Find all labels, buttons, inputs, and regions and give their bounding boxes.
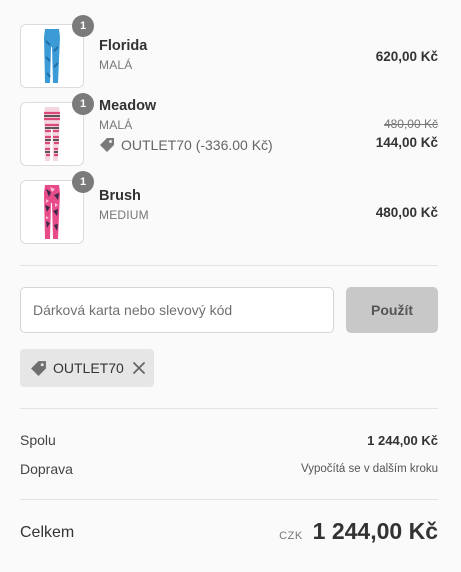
shipping-label: Doprava	[20, 461, 73, 477]
tag-icon	[31, 360, 46, 376]
line-item: 1 Brush MEDIUM 480,00 Kč	[20, 171, 438, 244]
product-name: Meadow	[99, 98, 157, 114]
total-value: 1 244,00 Kč	[312, 518, 438, 544]
discount-allocation: OUTLET70 (-336.00 Kč)	[99, 137, 273, 153]
quantity-badge: 1	[72, 171, 94, 193]
shipping-value: Vypočítá se v dalším kroku	[301, 463, 438, 475]
product-variant: MALÁ	[99, 118, 133, 132]
subtotal-label: Spolu	[20, 432, 56, 448]
product-variant: MEDIUM	[99, 208, 149, 222]
total-label: Celkem	[20, 524, 75, 541]
product-price: 144,00 Kč	[375, 135, 438, 150]
leggings-image	[44, 107, 60, 161]
discount-code-input[interactable]	[20, 287, 334, 333]
applied-discount-code: OUTLET70	[53, 360, 124, 376]
close-icon	[133, 362, 145, 374]
divider	[20, 265, 438, 266]
product-price: 480,00 Kč	[375, 205, 438, 220]
quantity-badge: 1	[72, 15, 94, 37]
applied-discount-tag: OUTLET70	[20, 349, 154, 387]
subtotal-value: 1 244,00 Kč	[367, 433, 438, 448]
apply-discount-button[interactable]: Použít	[346, 287, 438, 333]
product-price: 620,00 Kč	[375, 49, 438, 64]
product-name: Brush	[99, 188, 141, 204]
product-name: Florida	[99, 38, 148, 54]
line-item: 1 Florida MALÁ 620,00 Kč	[20, 15, 438, 88]
discount-label: OUTLET70 (-336.00 Kč)	[121, 137, 273, 153]
tag-icon	[100, 138, 114, 152]
line-item: 1 Meadow MALÁ OUTLET70 (-336.00 Kč) 480,…	[20, 93, 438, 166]
leggings-image	[44, 29, 60, 83]
quantity-badge: 1	[72, 93, 94, 115]
remove-discount-button[interactable]	[132, 361, 146, 375]
currency-code: CZK	[279, 530, 303, 542]
leggings-image	[44, 185, 60, 239]
divider	[20, 499, 438, 500]
original-price: 480,00 Kč	[383, 117, 438, 131]
divider	[20, 408, 438, 409]
product-variant: MALÁ	[99, 58, 133, 72]
total-amount: CZK 1 244,00 Kč	[279, 518, 438, 545]
